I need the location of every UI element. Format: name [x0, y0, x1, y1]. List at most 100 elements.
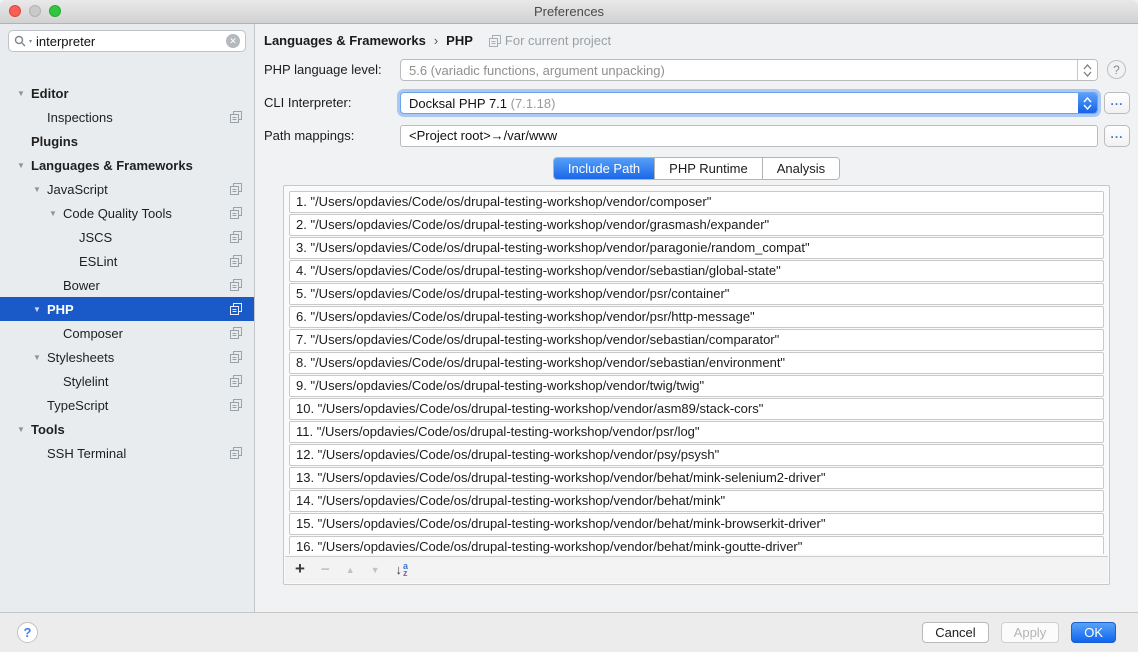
path-mappings-browse-button[interactable]: ...	[1104, 125, 1130, 147]
disclosure-triangle-icon[interactable]: ▼	[44, 209, 62, 218]
include-path-row[interactable]: 7. "/Users/opdavies/Code/os/drupal-testi…	[289, 329, 1104, 351]
sidebar-item-tools[interactable]: ▼ Tools	[0, 417, 254, 441]
sidebar-tree: ▼ Editor Inspections Plugins	[0, 81, 254, 465]
cli-interpreter-value: Docksal PHP 7.1 (7.1.18)	[401, 96, 1078, 111]
sort-arrow-icon: ↓	[396, 562, 403, 577]
sidebar-item-label: Tools	[31, 422, 65, 437]
include-path-row[interactable]: 14. "/Users/opdavies/Code/os/drupal-test…	[289, 490, 1104, 512]
search-input[interactable]	[36, 34, 226, 49]
add-path-button[interactable]: +	[295, 559, 305, 579]
sidebar-item-label: SSH Terminal	[47, 446, 126, 461]
language-level-label: PHP language level:	[264, 59, 382, 81]
include-path-row[interactable]: 13. "/Users/opdavies/Code/os/drupal-test…	[289, 467, 1104, 489]
sidebar-item-php[interactable]: ▼ PHP	[0, 297, 254, 321]
settings-sidebar: ▾ ✕ ▼ Editor Inspections Plugins	[0, 24, 255, 612]
disclosure-triangle-icon[interactable]: ▼	[12, 425, 30, 434]
tab-include-path[interactable]: Include Path	[554, 158, 655, 179]
sidebar-item-composer[interactable]: Composer	[0, 321, 254, 345]
scope-indicator: For current project	[489, 33, 611, 48]
minimize-window-button[interactable]	[29, 5, 41, 17]
current-project-icon	[230, 375, 242, 390]
sidebar-item-ssh-terminal[interactable]: SSH Terminal	[0, 441, 254, 465]
language-level-help-icon[interactable]: ?	[1107, 60, 1126, 79]
sidebar-item-javascript[interactable]: ▼ JavaScript	[0, 177, 254, 201]
sidebar-item-label: Plugins	[31, 134, 78, 149]
path-mappings-value: <Project root>→/var/www	[400, 125, 1098, 147]
sidebar-item-bower[interactable]: Bower	[0, 273, 254, 297]
scope-label: For current project	[505, 33, 611, 48]
path-mappings-field[interactable]: <Project root>→/var/www	[400, 125, 1098, 147]
tab-analysis[interactable]: Analysis	[763, 158, 839, 179]
ok-button[interactable]: OK	[1071, 622, 1116, 643]
help-button[interactable]: ?	[17, 622, 38, 643]
apply-button[interactable]: Apply	[1001, 622, 1060, 643]
close-window-button[interactable]	[9, 5, 21, 17]
stepper-icon[interactable]	[1078, 93, 1097, 113]
current-project-icon	[230, 399, 242, 414]
include-path-list: 1. "/Users/opdavies/Code/os/drupal-testi…	[289, 191, 1104, 554]
sidebar-item-editor[interactable]: ▼ Editor	[0, 81, 254, 105]
search-options-caret-icon[interactable]: ▾	[29, 38, 32, 45]
sidebar-item-languages-frameworks[interactable]: ▼ Languages & Frameworks	[0, 153, 254, 177]
sidebar-item-stylelint[interactable]: Stylelint	[0, 369, 254, 393]
sidebar-item-label: PHP	[47, 302, 74, 317]
sidebar-item-eslint[interactable]: ESLint	[0, 249, 254, 273]
sidebar-item-label: ESLint	[79, 254, 117, 269]
include-path-row[interactable]: 16. "/Users/opdavies/Code/os/drupal-test…	[289, 536, 1104, 554]
search-clear-icon[interactable]: ✕	[226, 34, 240, 48]
current-project-icon	[230, 447, 242, 462]
titlebar: Preferences	[0, 0, 1138, 24]
sidebar-item-label: Code Quality Tools	[63, 206, 172, 221]
include-path-panel: 1. "/Users/opdavies/Code/os/drupal-testi…	[283, 185, 1110, 585]
include-path-row[interactable]: 5. "/Users/opdavies/Code/os/drupal-testi…	[289, 283, 1104, 305]
window-controls	[9, 5, 61, 17]
sidebar-item-plugins[interactable]: Plugins	[0, 129, 254, 153]
include-path-row[interactable]: 4. "/Users/opdavies/Code/os/drupal-testi…	[289, 260, 1104, 282]
breadcrumb-parent[interactable]: Languages & Frameworks	[264, 33, 426, 48]
sidebar-item-jscs[interactable]: JSCS	[0, 225, 254, 249]
disclosure-triangle-icon[interactable]: ▼	[28, 185, 46, 194]
include-path-row[interactable]: 10. "/Users/opdavies/Code/os/drupal-test…	[289, 398, 1104, 420]
disclosure-triangle-icon[interactable]: ▼	[12, 89, 30, 98]
disclosure-triangle-icon[interactable]: ▼	[28, 353, 46, 362]
sort-alphabetically-button[interactable]: ↓ a z	[396, 563, 409, 577]
cancel-button[interactable]: Cancel	[922, 622, 988, 643]
include-path-row[interactable]: 2. "/Users/opdavies/Code/os/drupal-testi…	[289, 214, 1104, 236]
stepper-icon[interactable]	[1077, 60, 1097, 80]
include-path-row[interactable]: 8. "/Users/opdavies/Code/os/drupal-testi…	[289, 352, 1104, 374]
current-project-icon	[230, 303, 242, 318]
sidebar-item-code-quality-tools[interactable]: ▼ Code Quality Tools	[0, 201, 254, 225]
disclosure-triangle-icon[interactable]: ▼	[28, 305, 46, 314]
cli-interpreter-combo[interactable]: Docksal PHP 7.1 (7.1.18)	[400, 92, 1098, 114]
breadcrumb: Languages & Frameworks › PHP For current…	[264, 33, 611, 48]
tab-php-runtime[interactable]: PHP Runtime	[655, 158, 763, 179]
include-path-row[interactable]: 9. "/Users/opdavies/Code/os/drupal-testi…	[289, 375, 1104, 397]
include-path-row[interactable]: 12. "/Users/opdavies/Code/os/drupal-test…	[289, 444, 1104, 466]
sidebar-item-label: JSCS	[79, 230, 112, 245]
disclosure-triangle-icon[interactable]: ▼	[12, 161, 30, 170]
sidebar-item-label: Languages & Frameworks	[31, 158, 193, 173]
include-path-row[interactable]: 11. "/Users/opdavies/Code/os/drupal-test…	[289, 421, 1104, 443]
cli-interpreter-browse-button[interactable]: ...	[1104, 92, 1130, 114]
include-path-row[interactable]: 1. "/Users/opdavies/Code/os/drupal-testi…	[289, 191, 1104, 213]
include-path-toolbar: + − ▲ ▼ ↓ a z	[285, 556, 1108, 583]
include-path-row[interactable]: 3. "/Users/opdavies/Code/os/drupal-testi…	[289, 237, 1104, 259]
sidebar-item-label: TypeScript	[47, 398, 108, 413]
cli-interpreter-name: Docksal PHP 7.1	[409, 96, 507, 111]
sidebar-item-label: Inspections	[47, 110, 113, 125]
include-path-row[interactable]: 15. "/Users/opdavies/Code/os/drupal-test…	[289, 513, 1104, 535]
sidebar-item-inspections[interactable]: Inspections	[0, 105, 254, 129]
remove-path-button[interactable]: −	[321, 561, 330, 578]
move-up-button[interactable]: ▲	[346, 565, 355, 575]
current-project-icon	[230, 327, 242, 342]
sidebar-item-label: Bower	[63, 278, 100, 293]
current-project-icon	[489, 35, 501, 47]
language-level-combo[interactable]: 5.6 (variadic functions, argument unpack…	[400, 59, 1098, 81]
sidebar-item-typescript[interactable]: TypeScript	[0, 393, 254, 417]
move-down-button[interactable]: ▼	[371, 565, 380, 575]
include-path-row[interactable]: 6. "/Users/opdavies/Code/os/drupal-testi…	[289, 306, 1104, 328]
zoom-window-button[interactable]	[49, 5, 61, 17]
settings-search-field[interactable]: ▾ ✕	[8, 30, 246, 52]
sidebar-item-stylesheets[interactable]: ▼ Stylesheets	[0, 345, 254, 369]
cli-interpreter-version: (7.1.18)	[511, 96, 556, 111]
